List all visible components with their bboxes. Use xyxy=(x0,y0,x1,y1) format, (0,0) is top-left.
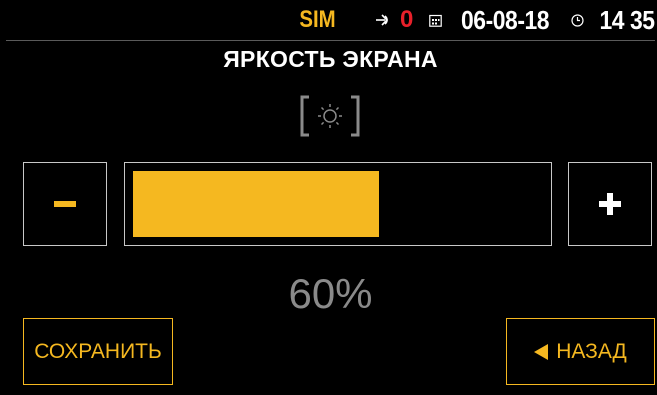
increase-brightness-button[interactable] xyxy=(568,162,652,246)
status-bar: SIM 0 06-08-18 14 35 xyxy=(6,0,655,41)
brightness-slider-fill xyxy=(133,171,379,237)
device-screen: SIM 0 06-08-18 14 35 ЯРКОСТЬ ЭКРАНА 60% … xyxy=(6,0,655,391)
plus-icon xyxy=(599,193,621,215)
back-button-label: НАЗАД xyxy=(556,339,627,363)
brightness-icon xyxy=(299,95,361,137)
minus-icon xyxy=(54,201,76,207)
save-button[interactable]: СОХРАНИТЬ xyxy=(23,318,173,385)
sms-icon xyxy=(374,12,394,28)
save-button-label: СОХРАНИТЬ xyxy=(34,339,162,363)
decrease-brightness-button[interactable] xyxy=(23,162,107,246)
date-display: 06-08-18 xyxy=(461,4,550,35)
sim-indicator: SIM xyxy=(299,6,336,33)
brightness-slider[interactable] xyxy=(124,162,552,246)
sms-count: 0 xyxy=(399,6,414,33)
time-display: 14 35 xyxy=(599,4,656,35)
back-arrow-icon xyxy=(534,343,549,360)
calendar-icon xyxy=(429,14,443,27)
brightness-percent: 60% xyxy=(288,270,373,317)
page-title: ЯРКОСТЬ ЭКРАНА xyxy=(223,46,438,72)
clock-icon xyxy=(571,13,585,27)
back-button[interactable]: НАЗАД xyxy=(506,318,655,385)
